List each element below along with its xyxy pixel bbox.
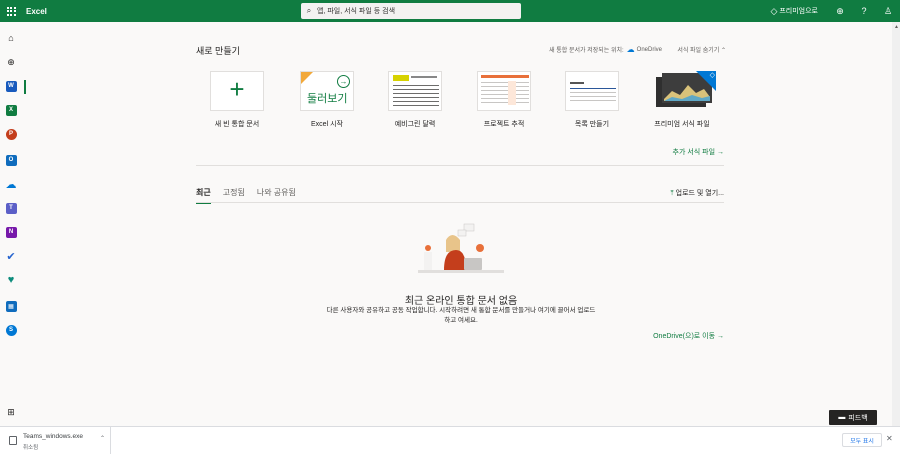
calendar-logo: ▦ xyxy=(5,300,17,312)
template-label: 프로젝트 추적 xyxy=(483,121,525,128)
goto-onedrive-link[interactable]: OneDrive(으)로 이동 → xyxy=(653,331,724,341)
arrow-right-circle-icon: → xyxy=(337,75,350,88)
download-file-name: Teams_windows.exe xyxy=(23,433,83,440)
download-status: 취소됨 xyxy=(23,445,39,451)
section-divider xyxy=(196,165,724,166)
template-thumbnail xyxy=(477,71,531,111)
chevron-up-icon[interactable]: ⌃ xyxy=(100,435,105,442)
onenote-logo: N xyxy=(5,226,17,238)
excel-icon[interactable]: X xyxy=(3,102,19,118)
diamond-icon: ◇ xyxy=(770,5,778,16)
template-thumbnail xyxy=(565,71,619,111)
skype-icon[interactable]: S xyxy=(3,322,19,338)
search-icon: ⌕ xyxy=(306,6,312,15)
search-box[interactable]: ⌕ 앱, 파일, 서식 파일 등 검색 xyxy=(301,3,521,19)
show-all-downloads-button[interactable]: 모두 표시 xyxy=(842,433,882,447)
template-list[interactable]: 목록 만들기 xyxy=(562,71,622,129)
rail-active-indicator xyxy=(24,80,26,94)
template-label: 새 빈 통합 문서 xyxy=(214,121,260,128)
create-icon[interactable]: ⊕ xyxy=(3,54,19,70)
template-label: 프리미엄 서식 파일 xyxy=(654,121,710,128)
save-location-text: 새 통합 문서가 저장되는 위치: xyxy=(549,48,624,54)
template-calendar[interactable]: 예비그린 달력 xyxy=(385,71,445,129)
premium-button[interactable]: ◇ 프리미엄으로 xyxy=(770,6,818,17)
template-label: 목록 만들기 xyxy=(574,121,610,128)
onedrive-cloud-icon: ☁ xyxy=(626,45,635,54)
tabs-divider xyxy=(196,202,724,203)
save-location[interactable]: 새 통합 문서가 저장되는 위치: ☁ OneDrive xyxy=(549,45,662,54)
close-icon[interactable]: ✕ xyxy=(886,434,893,443)
onenote-icon[interactable]: N xyxy=(3,224,19,240)
upload-icon: ⤒ xyxy=(670,190,674,197)
top-bar: Excel ⌕ 앱, 파일, 서식 파일 등 검색 ◇ 프리미엄으로 ⊕ ? ♙ xyxy=(0,0,900,22)
upload-open-button[interactable]: ⤒ 업로드 및 열기... xyxy=(671,188,724,198)
calendar-preview xyxy=(393,75,439,106)
template-thumbnail xyxy=(388,71,442,111)
checkmark-icon: ✔ xyxy=(6,250,16,263)
empty-state-illustration xyxy=(418,223,504,273)
save-location-service: OneDrive xyxy=(636,46,662,53)
new-section-title: 새로 만들기 xyxy=(196,46,240,56)
excel-logo: X xyxy=(5,104,17,116)
template-project-tracker[interactable]: 프로젝트 추적 xyxy=(474,71,534,129)
help-icon[interactable]: ? xyxy=(852,6,876,16)
download-bar: Teams_windows.exe 취소됨 ⌃ xyxy=(0,426,900,454)
word-icon[interactable]: W xyxy=(3,78,19,94)
outlook-icon[interactable]: O xyxy=(3,152,19,168)
app-title[interactable]: Excel xyxy=(26,7,47,16)
waffle-icon xyxy=(6,6,16,16)
project-preview xyxy=(481,75,529,105)
empty-state-description: 다른 사용자와 공유하고 공동 작업합니다. 시작하려면 새 통합 문서를 만들… xyxy=(326,307,596,324)
heart-icon: ♥ xyxy=(7,274,15,286)
outlook-logo: O xyxy=(5,154,17,166)
home-icon[interactable]: ⌂ xyxy=(3,30,19,46)
powerpoint-logo: P xyxy=(5,128,17,140)
cloud-icon: ☁ xyxy=(5,178,17,191)
family-safety-icon[interactable]: ♥ xyxy=(3,272,19,288)
word-logo: W xyxy=(5,80,17,92)
scroll-up-icon[interactable]: ▲ xyxy=(894,24,899,30)
new-badge xyxy=(301,72,313,84)
powerpoint-icon[interactable]: P xyxy=(3,126,19,142)
teams-logo: T xyxy=(5,202,17,214)
tour-text: 둘러보기 xyxy=(307,93,348,105)
search-input[interactable]: 앱, 파일, 서식 파일 등 검색 xyxy=(317,6,395,16)
mode-icon[interactable]: ⊕ xyxy=(828,6,852,17)
template-thumbnail: + xyxy=(210,71,264,111)
onedrive-icon[interactable]: ☁ xyxy=(3,176,19,192)
template-label: 예비그린 달력 xyxy=(394,121,436,128)
calendar-icon[interactable]: ▦ xyxy=(3,298,19,314)
template-premium[interactable]: ◇ 프리미엄 서식 파일 xyxy=(652,71,716,129)
template-excel-start[interactable]: → 둘러보기 Excel 시작 xyxy=(297,71,357,129)
feedback-label: 피드백 xyxy=(848,414,868,422)
hide-templates-button[interactable]: 서식 파일 숨기기 ⌃ xyxy=(677,45,726,54)
app-launcher-button[interactable] xyxy=(0,0,22,22)
file-icon xyxy=(9,436,17,445)
skype-logo: S xyxy=(5,324,17,336)
template-thumbnail: → 둘러보기 xyxy=(300,71,354,111)
template-blank-workbook[interactable]: + 새 빈 통합 문서 xyxy=(207,71,267,129)
template-thumbnail: ◇ xyxy=(652,71,716,111)
page-scrollbar[interactable] xyxy=(892,22,900,426)
list-preview xyxy=(570,82,616,101)
feedback-icon: ▬ xyxy=(838,414,846,421)
premium-label: 프리미엄으로 xyxy=(779,8,818,15)
todo-icon[interactable]: ✔ xyxy=(3,248,19,264)
more-templates-link[interactable]: 추가 서식 파일 → xyxy=(673,147,724,157)
left-rail: ⌂ ⊕ W X P O ☁ T N ✔ ♥ ▦ S ⊞ xyxy=(0,22,22,426)
feedback-button[interactable]: ▬ 피드백 xyxy=(829,410,877,425)
diamond-icon: ◇ xyxy=(709,72,715,79)
teams-icon[interactable]: T xyxy=(3,200,19,216)
template-label: Excel 시작 xyxy=(311,121,343,128)
download-item[interactable]: Teams_windows.exe 취소됨 ⌃ xyxy=(0,427,111,454)
plus-icon: + xyxy=(229,74,245,104)
account-icon[interactable]: ♙ xyxy=(876,6,900,17)
empty-state-title: 최근 온라인 통합 문서 없음 xyxy=(404,296,518,307)
all-apps-icon[interactable]: ⊞ xyxy=(3,404,19,420)
